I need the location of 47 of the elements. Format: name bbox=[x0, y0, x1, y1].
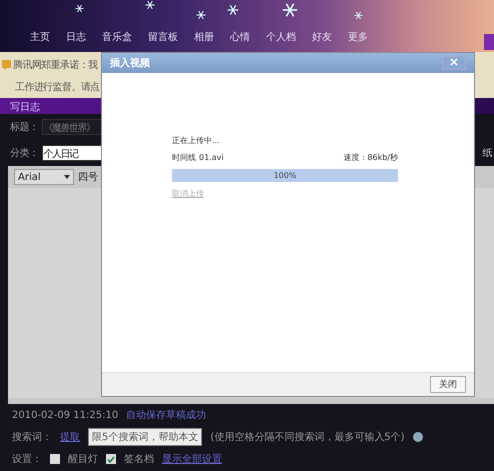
snowflake-icon bbox=[282, 2, 298, 18]
dialog-title: 插入视频 bbox=[110, 56, 151, 70]
upload-status: 正在上传中... bbox=[172, 135, 221, 146]
nav-link[interactable]: 相册 bbox=[194, 30, 214, 44]
snowflake-icon bbox=[75, 4, 84, 13]
caret-icon bbox=[64, 175, 70, 179]
notice-text: 工作进行监督。请点 bbox=[15, 80, 100, 94]
save-message: 自动保存草稿成功 bbox=[126, 408, 206, 422]
toolbar-text: 纸 bbox=[482, 147, 492, 160]
checkbox-label: 签名档 bbox=[124, 452, 154, 466]
upload-speed: 速度：86kb/秒 bbox=[343, 152, 398, 163]
font-select[interactable]: Arial bbox=[14, 169, 74, 185]
file-name: 01.avi bbox=[199, 153, 224, 162]
nav-link[interactable]: 更多 bbox=[348, 30, 368, 44]
checkbox[interactable] bbox=[50, 454, 60, 464]
checkbox-label: 醒目灯 bbox=[68, 452, 98, 466]
hint-text: (使用空格分隔不同搜索词，最多可输入5个) bbox=[210, 430, 405, 444]
close-icon bbox=[450, 58, 458, 66]
snowflake-icon bbox=[354, 11, 363, 20]
notice-text: 腾讯网郑重承诺：我 bbox=[13, 58, 98, 72]
nav-link[interactable]: 留言板 bbox=[148, 30, 178, 44]
checkmark-icon bbox=[107, 456, 115, 462]
field-label: 设置： bbox=[12, 452, 42, 466]
save-time: 2010-02-09 11:25:10 bbox=[12, 410, 118, 420]
nav-link[interactable]: 音乐盒 bbox=[102, 30, 132, 44]
nav-link[interactable]: 日志 bbox=[66, 30, 86, 44]
nav-link[interactable]: 好友 bbox=[312, 30, 332, 44]
field-label: 标题： bbox=[10, 120, 38, 134]
close-dialog-button[interactable]: 关闭 bbox=[430, 376, 466, 393]
snowflake-icon bbox=[227, 4, 239, 16]
snowflake-icon bbox=[196, 10, 206, 20]
snowflake-icon bbox=[145, 0, 155, 10]
notice-icon bbox=[2, 60, 11, 70]
nav-link[interactable]: 心情 bbox=[230, 30, 250, 44]
settings-link[interactable]: 显示全部设置 bbox=[162, 452, 222, 466]
font-size-select[interactable]: 四号 bbox=[78, 170, 98, 184]
field-label: 分类： bbox=[10, 146, 38, 160]
progress-fill: 100% bbox=[172, 169, 398, 182]
nav-link[interactable]: 主页 bbox=[30, 30, 50, 44]
resize-handle[interactable] bbox=[8, 398, 494, 404]
close-button[interactable] bbox=[442, 56, 466, 70]
field-label: 搜索词： bbox=[12, 430, 52, 444]
extract-link[interactable]: 提取 bbox=[60, 430, 80, 444]
nav-link[interactable]: 个人档 bbox=[266, 30, 296, 44]
checkbox[interactable] bbox=[106, 454, 116, 464]
keywords-field[interactable]: 限5个搜索词，帮助本文 bbox=[88, 428, 202, 446]
file-label: 时间线 bbox=[172, 152, 196, 163]
